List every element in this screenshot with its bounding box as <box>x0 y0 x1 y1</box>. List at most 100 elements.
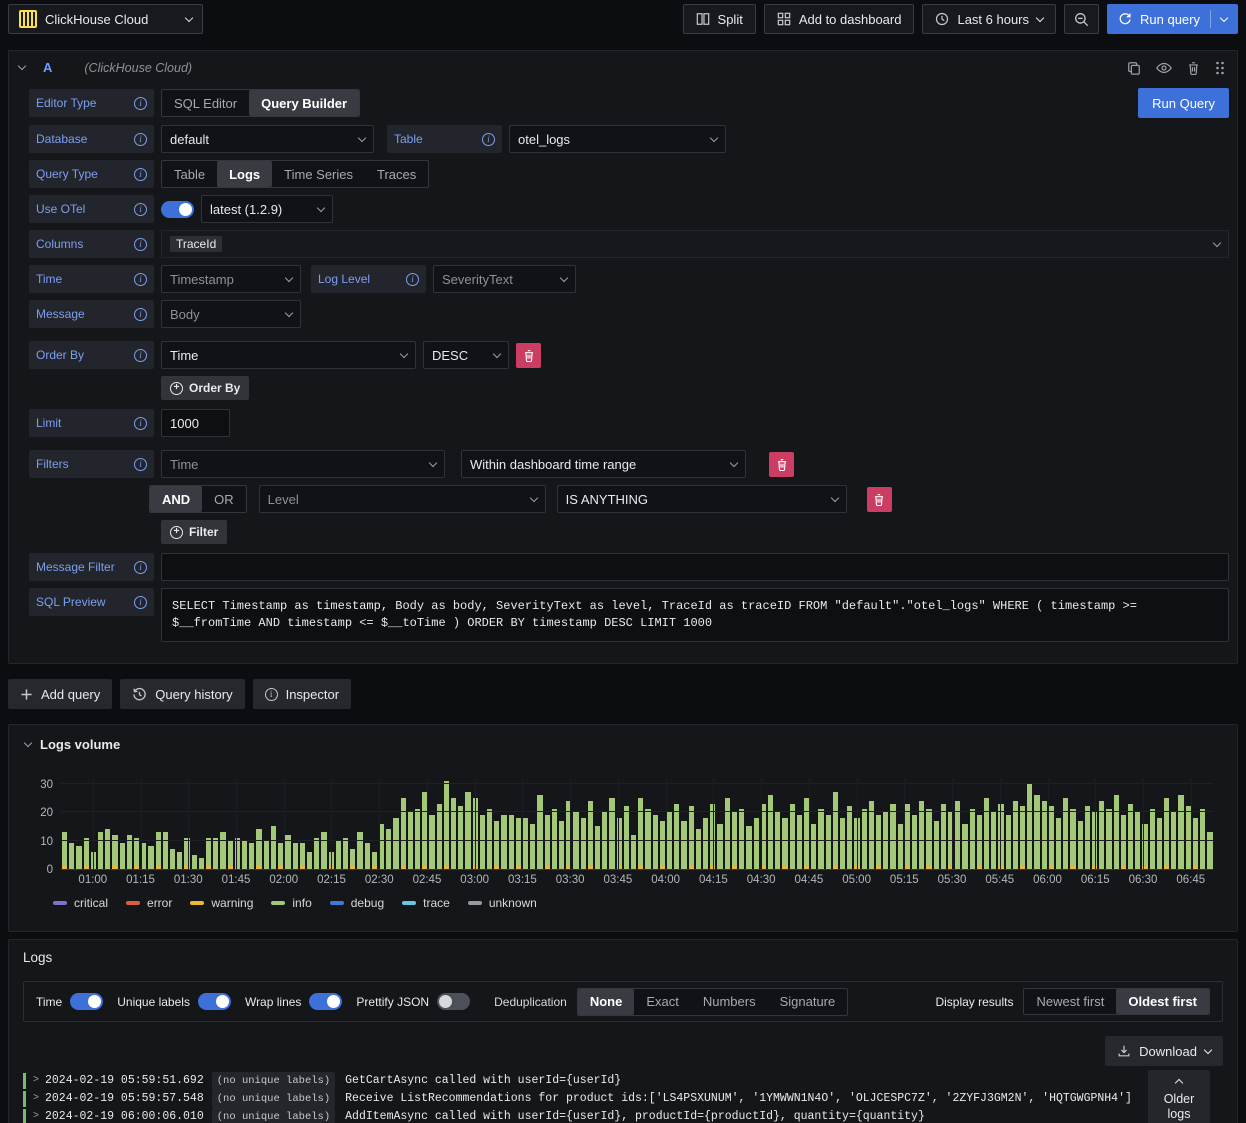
dedup-option-numbers[interactable]: Numbers <box>691 989 768 1015</box>
column-chip[interactable]: TraceId <box>170 236 223 252</box>
hide-response-eye-icon[interactable] <box>1156 61 1172 75</box>
query-header[interactable]: A (ClickHouse Cloud) <box>9 51 1237 84</box>
wrap-lines-toggle[interactable] <box>309 993 343 1010</box>
v-gridline <box>331 778 333 869</box>
volume-bar <box>688 778 694 869</box>
legend-item-debug[interactable]: debug <box>329 896 384 910</box>
message-filter-input[interactable] <box>161 553 1229 581</box>
time-toggle[interactable] <box>70 993 104 1010</box>
collapse-chevron-icon[interactable] <box>23 738 33 748</box>
expand-log-icon[interactable]: > <box>33 1108 45 1123</box>
info-icon[interactable]: i <box>134 307 147 321</box>
info-icon[interactable]: i <box>134 167 147 181</box>
expand-log-icon[interactable]: > <box>33 1072 45 1090</box>
legend-item-warning[interactable]: warning <box>190 896 253 910</box>
message-column-select[interactable]: Body <box>161 300 301 328</box>
remove-query-trash-icon[interactable] <box>1187 61 1200 75</box>
dedup-option-exact[interactable]: Exact <box>634 989 691 1015</box>
x-axis-tick-label: 04:45 <box>794 874 824 886</box>
logs-volume-header[interactable]: Logs volume <box>23 737 1221 752</box>
collapse-chevron-icon[interactable] <box>17 61 27 71</box>
datasource-picker[interactable]: ClickHouse Cloud <box>8 4 203 34</box>
add-query-button[interactable]: Add query <box>8 679 113 709</box>
older-logs-button[interactable]: Older logs <box>1148 1070 1210 1123</box>
log-row[interactable]: >2024-02-19 05:59:57.548 (no unique label… <box>23 1090 1231 1108</box>
run-query-button[interactable]: Run query <box>1107 4 1238 34</box>
drag-handle-icon[interactable] <box>1215 61 1225 75</box>
query-type-option-traces[interactable]: Traces <box>365 161 428 187</box>
download-button[interactable]: Download <box>1105 1036 1223 1066</box>
remove-filter-button[interactable] <box>866 486 892 512</box>
columns-multiselect[interactable]: TraceId <box>161 230 1229 258</box>
info-icon[interactable]: i <box>134 96 147 110</box>
use-otel-toggle[interactable] <box>161 200 194 218</box>
remove-order-by-button[interactable] <box>516 342 541 368</box>
info-icon[interactable]: i <box>134 348 147 362</box>
legend-item-info[interactable]: info <box>271 896 312 910</box>
expand-log-icon[interactable]: > <box>33 1090 45 1108</box>
volume-bar <box>1041 778 1047 869</box>
editor-type-option-sql-editor[interactable]: SQL Editor <box>162 90 249 116</box>
legend-item-unknown[interactable]: unknown <box>467 896 537 910</box>
info-icon[interactable]: i <box>134 237 147 251</box>
limit-input[interactable] <box>161 409 230 437</box>
volume-bar <box>1012 778 1019 869</box>
info-icon[interactable]: i <box>134 457 147 471</box>
time-range-picker[interactable]: Last 6 hours <box>922 4 1057 34</box>
log-option-time: Time <box>36 993 104 1010</box>
log-message: GetCartAsync called with userId={userId} <box>345 1074 622 1087</box>
info-icon[interactable]: i <box>134 416 147 430</box>
info-icon[interactable]: i <box>134 595 147 609</box>
query-type-option-table[interactable]: Table <box>162 161 217 187</box>
filter-field-select[interactable]: Level <box>258 485 546 513</box>
query-history-button[interactable]: Query history <box>120 679 245 709</box>
info-icon[interactable]: i <box>134 560 147 574</box>
legend-item-trace[interactable]: trace <box>402 896 450 910</box>
duplicate-query-icon[interactable] <box>1127 61 1141 75</box>
info-icon[interactable]: i <box>134 132 147 146</box>
filter-field-select[interactable]: Time <box>161 450 445 478</box>
conjunction-option-or[interactable]: OR <box>202 486 246 512</box>
inspector-button[interactable]: i Inspector <box>252 679 352 709</box>
filter-operator-select[interactable]: Within dashboard time range <box>461 450 746 478</box>
display-option-newest-first[interactable]: Newest first <box>1024 989 1116 1014</box>
dedup-option-none[interactable]: None <box>577 988 635 1015</box>
volume-bar <box>407 778 413 869</box>
conjunction-option-and[interactable]: AND <box>150 486 203 512</box>
info-icon[interactable]: i <box>482 132 495 146</box>
legend-item-critical[interactable]: critical <box>53 896 108 910</box>
filter-operator-select[interactable]: IS ANYTHING <box>556 485 847 513</box>
add-order-by-button[interactable]: + Order By <box>161 376 250 400</box>
info-icon[interactable]: i <box>134 272 147 286</box>
display-option-oldest-first[interactable]: Oldest first <box>1116 989 1209 1014</box>
split-button[interactable]: Split <box>682 4 756 34</box>
order-by-direction-select[interactable]: DESC <box>423 341 509 369</box>
log-row[interactable]: >2024-02-19 05:59:51.692 (no unique label… <box>23 1072 1231 1090</box>
editor-run-query-button[interactable]: Run Query <box>1138 88 1229 118</box>
info-icon[interactable]: i <box>406 272 419 286</box>
query-type-option-time-series[interactable]: Time Series <box>272 161 365 187</box>
volume-bar <box>955 778 961 869</box>
add-filter-button[interactable]: + Filter <box>161 520 228 544</box>
time-column-select[interactable]: Timestamp <box>161 265 301 293</box>
log-level-column-select[interactable]: SeverityText <box>433 265 576 293</box>
logs-options-bar: Time Unique labels Wrap lines Prettify JSON… <box>23 981 1223 1022</box>
otel-version-select[interactable]: latest (1.2.9) <box>201 195 333 223</box>
zoom-out-button[interactable] <box>1064 4 1100 34</box>
volume-bar <box>767 778 774 869</box>
unique-labels-toggle[interactable] <box>197 993 231 1010</box>
database-select[interactable]: default <box>161 125 374 153</box>
add-to-dashboard-button[interactable]: Add to dashboard <box>763 4 915 34</box>
volume-bar <box>544 778 550 869</box>
log-row[interactable]: >2024-02-19 06:00:06.010 (no unique label… <box>23 1108 1231 1123</box>
query-type-option-logs[interactable]: Logs <box>217 161 273 187</box>
editor-type-row: Editor Type i SQL Editor Query Builder Ru… <box>29 88 1229 118</box>
order-by-field-select[interactable]: Time <box>161 341 416 369</box>
dedup-option-signature[interactable]: Signature <box>768 989 848 1015</box>
info-icon[interactable]: i <box>134 202 147 216</box>
remove-filter-button[interactable] <box>769 451 794 477</box>
legend-item-error[interactable]: error <box>126 896 172 910</box>
editor-type-option-query-builder[interactable]: Query Builder <box>249 90 360 116</box>
prettify-json-toggle[interactable] <box>437 993 471 1010</box>
table-select[interactable]: otel_logs <box>509 125 726 153</box>
